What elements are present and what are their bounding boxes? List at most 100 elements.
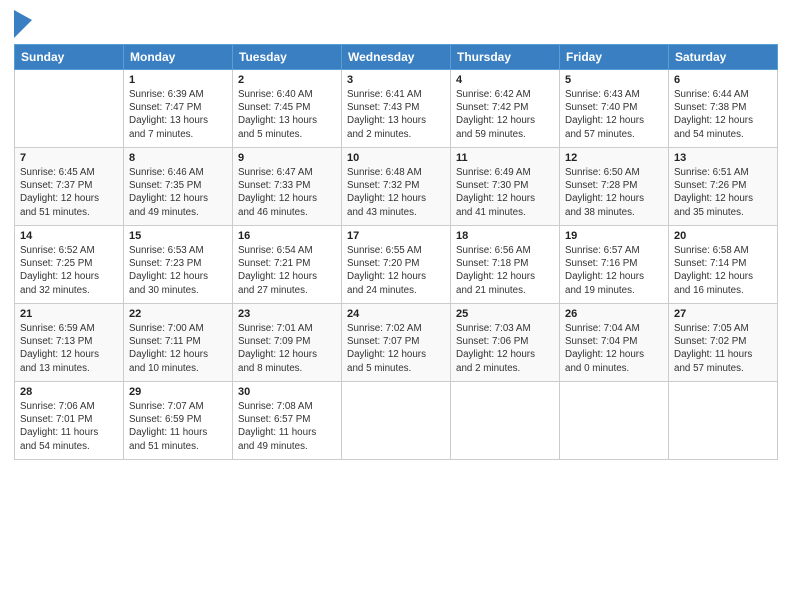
logo [14,10,34,38]
day-info: Sunrise: 6:39 AM Sunset: 7:47 PM Dayligh… [129,88,227,141]
page-header [14,10,778,38]
day-number: 22 [129,308,227,320]
day-number: 27 [674,308,772,320]
day-number: 3 [347,74,445,86]
calendar-cell: 16 Sunrise: 6:54 AM Sunset: 7:21 PM Dayli… [233,226,342,304]
calendar-cell: 12Sunrise: 6:50 AM Sunset: 7:28 PM Dayli… [560,148,669,226]
header-sunday: Sunday [15,45,124,70]
header-saturday: Saturday [669,45,778,70]
calendar-cell: 11Sunrise: 6:49 AM Sunset: 7:30 PM Dayli… [451,148,560,226]
calendar-cell: 23Sunrise: 7:01 AM Sunset: 7:09 PM Dayli… [233,304,342,382]
day-info: Sunrise: 6:43 AM Sunset: 7:40 PM Dayligh… [565,88,663,141]
calendar-cell: 25Sunrise: 7:03 AM Sunset: 7:06 PM Dayli… [451,304,560,382]
day-info: Sunrise: 6:59 AM Sunset: 7:13 PM Dayligh… [20,322,118,375]
day-info: Sunrise: 6:42 AM Sunset: 7:42 PM Dayligh… [456,88,554,141]
calendar-cell: 13 Sunrise: 6:51 AM Sunset: 7:26 PM Dayli… [669,148,778,226]
calendar-cell [342,382,451,460]
day-number: 12 [565,152,663,164]
day-info: Sunrise: 6:58 AM Sunset: 7:14 PM Dayligh… [674,244,772,297]
day-number: 28 [20,386,118,398]
day-number: 16 [238,230,336,242]
day-number: 23 [238,308,336,320]
calendar-cell [560,382,669,460]
header-friday: Friday [560,45,669,70]
calendar-cell [669,382,778,460]
day-info: Sunrise: 7:02 AM Sunset: 7:07 PM Dayligh… [347,322,445,375]
day-number: 7 [20,152,118,164]
calendar-cell: 22 Sunrise: 7:00 AM Sunset: 7:11 PM Dayli… [124,304,233,382]
calendar-cell: 10 Sunrise: 6:48 AM Sunset: 7:32 PM Dayli… [342,148,451,226]
day-info: Sunrise: 6:51 AM Sunset: 7:26 PM Dayligh… [674,166,772,219]
header-tuesday: Tuesday [233,45,342,70]
calendar-cell [15,70,124,148]
calendar-cell: 5 Sunrise: 6:43 AM Sunset: 7:40 PM Daylig… [560,70,669,148]
day-info: Sunrise: 7:04 AM Sunset: 7:04 PM Dayligh… [565,322,663,375]
day-info: Sunrise: 6:45 AM Sunset: 7:37 PM Dayligh… [20,166,118,219]
day-info: Sunrise: 6:49 AM Sunset: 7:30 PM Dayligh… [456,166,554,219]
day-number: 17 [347,230,445,242]
calendar-week-5: 28 Sunrise: 7:06 AM Sunset: 7:01 PM Dayli… [15,382,778,460]
calendar-cell: 6 Sunrise: 6:44 AM Sunset: 7:38 PM Daylig… [669,70,778,148]
calendar-cell: 7 Sunrise: 6:45 AM Sunset: 7:37 PM Daylig… [15,148,124,226]
day-info: Sunrise: 6:56 AM Sunset: 7:18 PM Dayligh… [456,244,554,297]
day-number: 2 [238,74,336,86]
calendar-cell: 21 Sunrise: 6:59 AM Sunset: 7:13 PM Dayli… [15,304,124,382]
day-info: Sunrise: 6:47 AM Sunset: 7:33 PM Dayligh… [238,166,336,219]
day-number: 14 [20,230,118,242]
calendar-week-2: 7 Sunrise: 6:45 AM Sunset: 7:37 PM Daylig… [15,148,778,226]
header-thursday: Thursday [451,45,560,70]
calendar-cell: 2 Sunrise: 6:40 AM Sunset: 7:45 PM Daylig… [233,70,342,148]
calendar-week-3: 14 Sunrise: 6:52 AM Sunset: 7:25 PM Dayli… [15,226,778,304]
calendar-cell: 26 Sunrise: 7:04 AM Sunset: 7:04 PM Dayli… [560,304,669,382]
calendar-cell: 24 Sunrise: 7:02 AM Sunset: 7:07 PM Dayli… [342,304,451,382]
calendar-cell: 17Sunrise: 6:55 AM Sunset: 7:20 PM Dayli… [342,226,451,304]
day-number: 13 [674,152,772,164]
day-number: 20 [674,230,772,242]
day-info: Sunrise: 7:08 AM Sunset: 6:57 PM Dayligh… [238,400,336,453]
day-number: 29 [129,386,227,398]
day-number: 6 [674,74,772,86]
calendar-cell: 8 Sunrise: 6:46 AM Sunset: 7:35 PM Daylig… [124,148,233,226]
calendar-cell [451,382,560,460]
day-number: 24 [347,308,445,320]
calendar-cell: 29 Sunrise: 7:07 AM Sunset: 6:59 PM Dayli… [124,382,233,460]
day-number: 26 [565,308,663,320]
calendar-header-row: SundayMondayTuesdayWednesdayThursdayFrid… [15,45,778,70]
day-number: 21 [20,308,118,320]
day-info: Sunrise: 6:40 AM Sunset: 7:45 PM Dayligh… [238,88,336,141]
day-number: 18 [456,230,554,242]
day-number: 1 [129,74,227,86]
calendar-cell: 14 Sunrise: 6:52 AM Sunset: 7:25 PM Dayli… [15,226,124,304]
day-number: 19 [565,230,663,242]
day-number: 10 [347,152,445,164]
day-info: Sunrise: 7:00 AM Sunset: 7:11 PM Dayligh… [129,322,227,375]
day-info: Sunrise: 7:05 AM Sunset: 7:02 PM Dayligh… [674,322,772,375]
calendar-cell: 15 Sunrise: 6:53 AM Sunset: 7:23 PM Dayli… [124,226,233,304]
calendar-cell: 4 Sunrise: 6:42 AM Sunset: 7:42 PM Daylig… [451,70,560,148]
calendar-cell: 9Sunrise: 6:47 AM Sunset: 7:33 PM Daylig… [233,148,342,226]
day-number: 5 [565,74,663,86]
day-info: Sunrise: 6:46 AM Sunset: 7:35 PM Dayligh… [129,166,227,219]
day-number: 25 [456,308,554,320]
day-info: Sunrise: 6:52 AM Sunset: 7:25 PM Dayligh… [20,244,118,297]
day-info: Sunrise: 6:54 AM Sunset: 7:21 PM Dayligh… [238,244,336,297]
day-info: Sunrise: 6:48 AM Sunset: 7:32 PM Dayligh… [347,166,445,219]
calendar-cell: 27 Sunrise: 7:05 AM Sunset: 7:02 PM Dayli… [669,304,778,382]
day-number: 4 [456,74,554,86]
calendar-cell: 19 Sunrise: 6:57 AM Sunset: 7:16 PM Dayli… [560,226,669,304]
day-info: Sunrise: 6:57 AM Sunset: 7:16 PM Dayligh… [565,244,663,297]
calendar-week-1: 1 Sunrise: 6:39 AM Sunset: 7:47 PM Daylig… [15,70,778,148]
header-monday: Monday [124,45,233,70]
day-number: 30 [238,386,336,398]
calendar-cell: 20 Sunrise: 6:58 AM Sunset: 7:14 PM Dayli… [669,226,778,304]
day-info: Sunrise: 6:53 AM Sunset: 7:23 PM Dayligh… [129,244,227,297]
day-info: Sunrise: 7:06 AM Sunset: 7:01 PM Dayligh… [20,400,118,453]
day-number: 8 [129,152,227,164]
day-info: Sunrise: 6:44 AM Sunset: 7:38 PM Dayligh… [674,88,772,141]
day-info: Sunrise: 7:07 AM Sunset: 6:59 PM Dayligh… [129,400,227,453]
calendar-cell: 28 Sunrise: 7:06 AM Sunset: 7:01 PM Dayli… [15,382,124,460]
day-number: 15 [129,230,227,242]
calendar-cell: 1 Sunrise: 6:39 AM Sunset: 7:47 PM Daylig… [124,70,233,148]
header-wednesday: Wednesday [342,45,451,70]
day-info: Sunrise: 6:41 AM Sunset: 7:43 PM Dayligh… [347,88,445,141]
